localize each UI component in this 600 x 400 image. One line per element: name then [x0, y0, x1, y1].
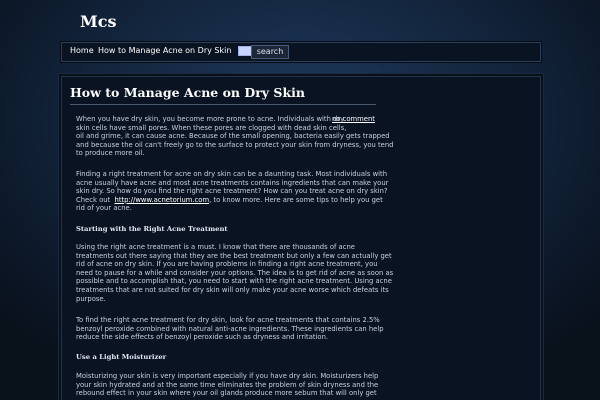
title-divider — [70, 104, 376, 105]
search-button[interactable]: search — [251, 45, 289, 59]
navigation-bar: Home How to Manage Acne on Dry Skin sear… — [61, 42, 541, 62]
site-title[interactable]: Mcs — [80, 12, 116, 31]
post-paragraph-3: Using the right acne treatment is a must… — [76, 243, 393, 303]
post-paragraph-2: Finding a right treatment for acne on dr… — [76, 170, 388, 213]
paragraph-line: your skin hydrated and at the same time … — [76, 380, 379, 389]
paragraph-line: rid of acne on dry skin. If you are havi… — [76, 260, 378, 269]
post-paragraph-5: Moisturizing your skin is very important… — [76, 372, 378, 398]
paragraph-line: Finding a right treatment for acne on dr… — [76, 170, 388, 178]
section-heading-acne-treatment: Starting with the Right Acne Treatment — [76, 225, 228, 233]
post-title[interactable]: How to Manage Acne on Dry Skin — [70, 85, 305, 100]
paragraph-line: skin cells have small pores. When these … — [76, 123, 347, 132]
paragraph-line: reduce the side effects of benzoyl perox… — [76, 333, 329, 342]
paragraph-line: rid of your acne. — [76, 204, 132, 213]
paragraph-line: purpose. — [76, 294, 106, 303]
paragraph-line: need to pause for a while and consider y… — [76, 268, 394, 277]
paragraph-line: acne usually have acne and most acne tre… — [76, 178, 389, 187]
paragraph-line: and because the oil can't freely go to t… — [76, 140, 394, 149]
nav-article-link[interactable]: How to Manage Acne on Dry Skin — [98, 46, 231, 55]
content-panel: How to Manage Acne on Dry Skin no commen… — [61, 76, 541, 400]
post-paragraph-1: When you have dry skin, you become more … — [76, 115, 393, 158]
check-out-text: Check out — [76, 195, 111, 204]
post-paragraph-4: To find the right acne treatment for dry… — [76, 316, 384, 342]
paragraph-line: To find the right acne treatment for dry… — [76, 316, 380, 324]
section-heading-moisturizer: Use a Light Moisturizer — [76, 353, 167, 361]
paragraph-line: skin dry. So how do you find the right a… — [76, 187, 388, 196]
after-link-text: , to know more. Here are some tips to he… — [209, 195, 383, 204]
paragraph-line: rebound effect in your skin where your o… — [76, 389, 377, 398]
paragraph-line: to produce more oil. — [76, 149, 145, 158]
paragraph-line: When you have dry skin, you become more … — [76, 115, 345, 123]
paragraph-line: Check out http://www.acnetorium.com, to … — [76, 196, 388, 205]
paragraph-line: possible and to accomplish that, you nee… — [76, 277, 392, 286]
paragraph-line: Moisturizing your skin is very important… — [76, 372, 379, 380]
paragraph-line: treatments out there saying that they ar… — [76, 251, 392, 260]
paragraph-line: oil and grime, it can cause acne. Becaus… — [76, 132, 390, 141]
nav-home-link[interactable]: Home — [70, 46, 94, 55]
paragraph-line: benzoyl peroxide combined with natural a… — [76, 324, 384, 333]
paragraph-line: Using the right acne treatment is a must… — [76, 243, 355, 251]
acnetorium-link[interactable]: http://www.acnetorium.com — [115, 196, 210, 204]
paragraph-line: treatments that are not suited for dry s… — [76, 285, 389, 294]
